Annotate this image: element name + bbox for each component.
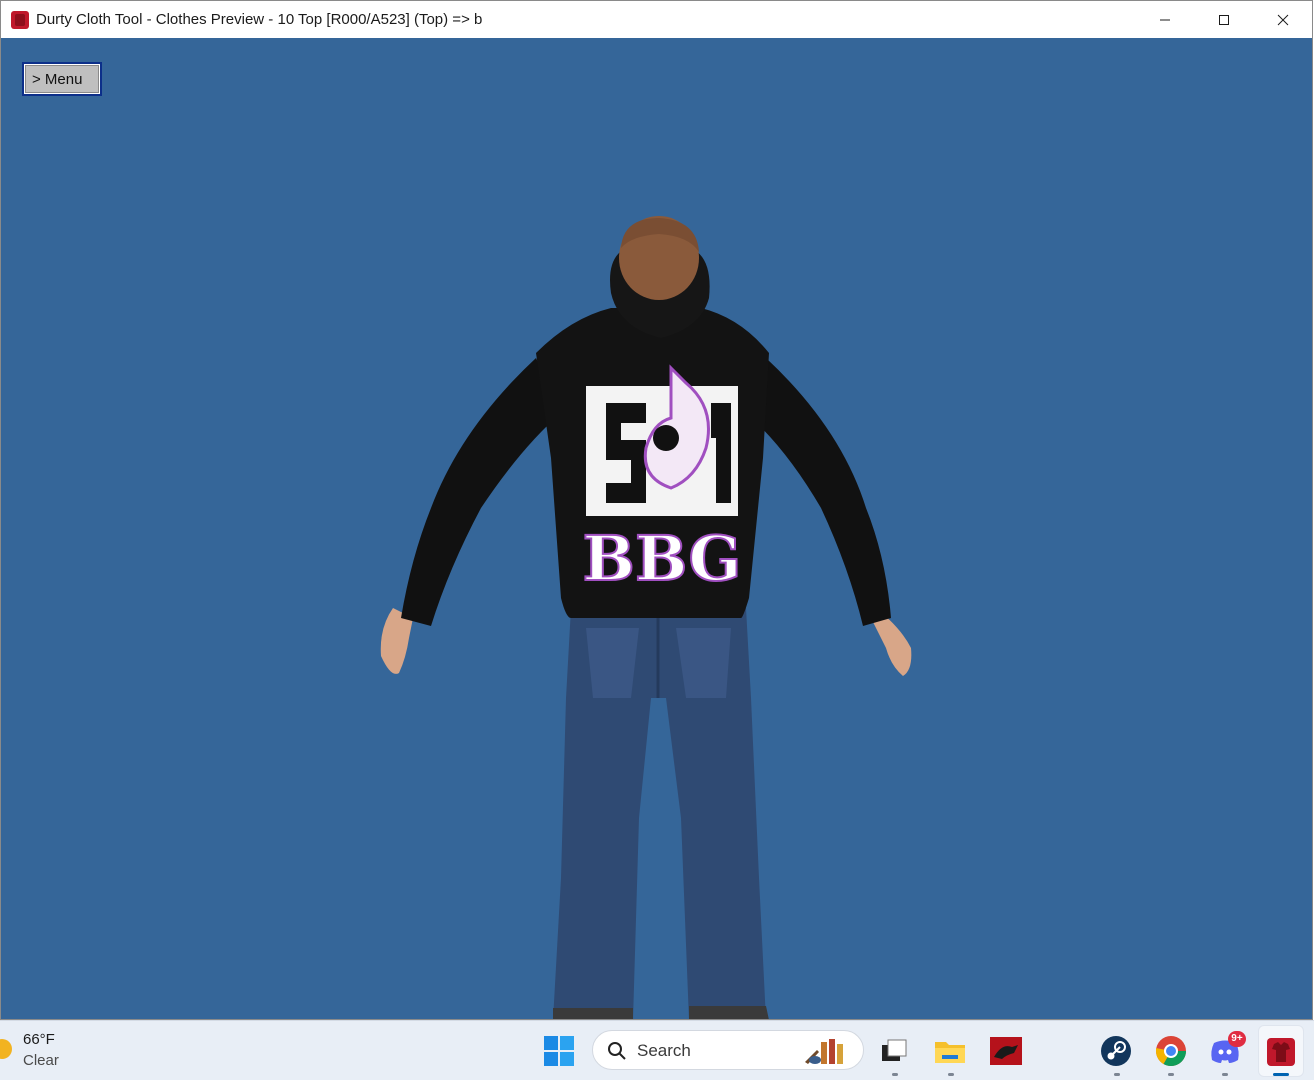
3d-preview-viewport[interactable]: > Menu BBG	[1, 38, 1312, 1019]
title-bar[interactable]: Durty Cloth Tool - Clothes Preview - 10 …	[1, 1, 1312, 38]
app-window: Durty Cloth Tool - Clothes Preview - 10 …	[0, 0, 1313, 1020]
steam-button[interactable]	[1098, 1033, 1134, 1069]
maximize-icon	[1218, 14, 1229, 25]
hoodie-print: BBG	[582, 364, 742, 596]
steam-icon	[1101, 1036, 1131, 1066]
search-highlight-art-icon	[805, 1039, 843, 1064]
start-button[interactable]	[541, 1033, 577, 1069]
search-icon	[608, 1042, 626, 1060]
folder-icon	[935, 1042, 965, 1063]
weather-condition: Clear	[23, 1052, 59, 1069]
durty-cloth-tool-indicator	[1273, 1073, 1289, 1076]
windows-logo-icon	[544, 1036, 574, 1066]
left-sleeve	[401, 358, 561, 626]
search-placeholder: Search	[637, 1041, 691, 1060]
discord-indicator	[1222, 1073, 1228, 1076]
task-view-indicator	[892, 1073, 898, 1076]
task-view-button[interactable]	[876, 1033, 912, 1069]
red-app-button[interactable]	[988, 1033, 1024, 1069]
taskbar: 66°F Clear Search 9+	[0, 1020, 1314, 1080]
discord-notification-badge: 9+	[1228, 1031, 1246, 1047]
character-model: BBG	[380, 216, 912, 1019]
file-explorer-indicator	[948, 1073, 954, 1076]
hoodie-print-text: BBG	[583, 522, 742, 595]
right-sleeve	[746, 358, 891, 626]
minimize-icon	[1159, 19, 1170, 20]
minimize-button[interactable]	[1135, 1, 1194, 38]
weather-moon-icon	[0, 1039, 12, 1059]
red-app-icon	[990, 1037, 1022, 1065]
durty-cloth-tool-taskbar-button[interactable]	[1258, 1025, 1304, 1077]
menu-button[interactable]: > Menu	[22, 62, 102, 96]
search-input[interactable]: Search	[592, 1030, 864, 1070]
chrome-indicator	[1168, 1073, 1174, 1076]
close-icon	[1277, 14, 1288, 25]
weather-temperature: 66°F	[23, 1031, 55, 1048]
task-view-icon	[882, 1039, 907, 1061]
file-explorer-button[interactable]	[932, 1033, 968, 1069]
steam-indicator	[1114, 1073, 1120, 1076]
durty-cloth-tool-icon	[1267, 1038, 1295, 1066]
app-icon	[11, 10, 29, 29]
menu-button-label: > Menu	[32, 70, 83, 88]
window-controls	[1135, 1, 1312, 38]
chrome-button[interactable]	[1153, 1033, 1189, 1069]
maximize-button[interactable]	[1194, 1, 1253, 38]
close-button[interactable]	[1253, 1, 1312, 38]
chrome-icon	[1156, 1036, 1186, 1067]
weather-widget[interactable]: 66°F Clear	[0, 1027, 80, 1075]
window-title: Durty Cloth Tool - Clothes Preview - 10 …	[36, 11, 483, 28]
